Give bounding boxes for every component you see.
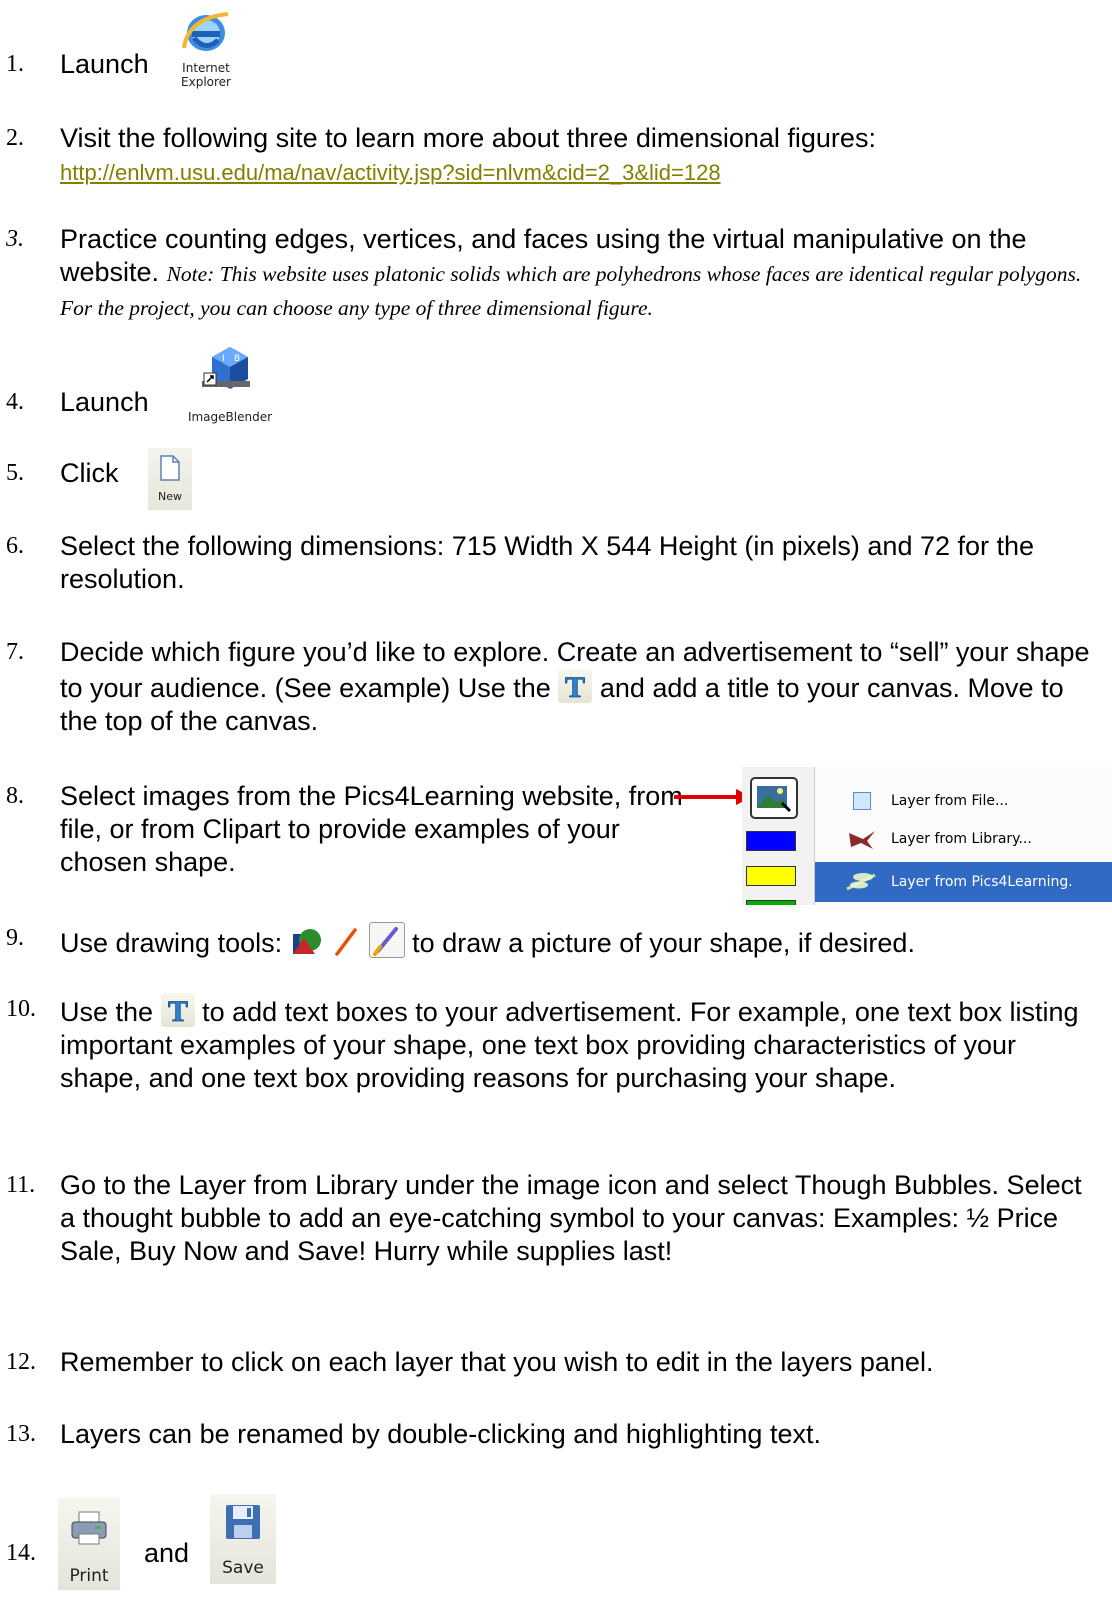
step-number: 11.	[6, 1172, 36, 1198]
step-number: 14.	[6, 1540, 36, 1566]
menu-item-layer-from-file[interactable]: Layer from File...	[815, 785, 1112, 817]
layer-menu-screenshot: Layer from File... Layer from Library...…	[742, 767, 1112, 905]
save-icon	[226, 1505, 260, 1539]
icon-label: Print	[69, 1566, 109, 1586]
step-label: Go to the Layer from Library under the i…	[60, 1170, 1082, 1266]
step-text: Use drawing tools: to draw a picture of …	[60, 922, 1100, 960]
icon-label: ImageBlender	[187, 410, 273, 424]
icon-label: New	[158, 490, 182, 503]
step-text: Visit the following site to learn more a…	[60, 122, 1100, 188]
menu-item-label: Layer from Pics4Learning.	[891, 874, 1073, 890]
color-swatch[interactable]	[746, 831, 796, 851]
menu-item-label: Layer from Library...	[891, 831, 1032, 847]
step-number: 7.	[6, 639, 24, 665]
step-label: Use drawing tools:	[60, 928, 283, 958]
icon-label: Internet	[182, 61, 230, 75]
step-text: Practice counting edges, vertices, and f…	[60, 223, 1100, 324]
step-number: 9.	[6, 925, 24, 951]
svg-text:I: I	[222, 354, 225, 364]
menu-item-layer-from-pics4learning[interactable]: Layer from Pics4Learning.	[815, 862, 1112, 902]
step-note: Note: This website uses platonic solids …	[60, 262, 1082, 320]
image-layer-button[interactable]	[750, 777, 798, 819]
step-label: Select the following dimensions: 715 Wid…	[60, 531, 1035, 594]
step-label: Visit the following site to learn more a…	[60, 123, 876, 153]
step-text: Go to the Layer from Library under the i…	[60, 1169, 1100, 1268]
step-label: Remember to click on each layer that you…	[60, 1347, 934, 1377]
step-number: 2.	[6, 125, 24, 151]
step-text: Remember to click on each layer that you…	[60, 1346, 1100, 1379]
step-label: Select images from the Pics4Learning web…	[60, 781, 683, 877]
step-number: 8.	[6, 783, 24, 809]
step-number: 13.	[6, 1421, 36, 1447]
step-label: Launch	[60, 49, 149, 79]
menu-item-label: Layer from File...	[891, 793, 1009, 809]
step-label: Click	[60, 458, 119, 488]
step-number: 10.	[6, 996, 36, 1022]
step-label: Layers can be renamed by double-clicking…	[60, 1419, 821, 1449]
internet-explorer-icon[interactable]: Internet Explorer	[170, 8, 242, 94]
svg-text:B: B	[234, 354, 240, 364]
step-label: to draw a picture of your shape, if desi…	[412, 928, 915, 958]
svg-text:T: T	[168, 995, 188, 1027]
step-label: and	[144, 1538, 190, 1568]
step-text: Layers can be renamed by double-clicking…	[60, 1418, 1100, 1451]
text-tool-icon[interactable]: T	[558, 669, 593, 703]
step-label: Launch	[60, 387, 149, 417]
step-number: 3.	[6, 226, 24, 252]
icon-label: Save	[222, 1558, 264, 1578]
step-text: Select the following dimensions: 715 Wid…	[60, 530, 1100, 596]
step-number: 4.	[6, 389, 24, 415]
step-number: 1.	[6, 51, 24, 77]
file-image-icon	[853, 792, 871, 810]
layer-menu: Layer from File... Layer from Library...…	[814, 767, 1112, 905]
color-swatch[interactable]	[746, 866, 796, 886]
hummingbird-icon	[849, 831, 875, 849]
print-icon	[71, 1511, 107, 1545]
shapes-tool-icon[interactable]	[290, 924, 324, 958]
new-document-icon[interactable]: New	[148, 448, 192, 510]
color-swatch[interactable]	[746, 900, 796, 905]
step-label: Use the	[60, 997, 154, 1027]
text-tool-icon[interactable]: T	[160, 993, 195, 1027]
menu-item-layer-from-library[interactable]: Layer from Library...	[815, 823, 1112, 855]
step-number: 6.	[6, 533, 24, 559]
step-text: Click	[60, 457, 1100, 490]
step-text: Select images from the Pics4Learning web…	[60, 780, 700, 879]
imageblender-icon[interactable]: I B ImageBlender	[170, 337, 290, 427]
svg-text:T: T	[565, 671, 585, 703]
website-link[interactable]: http://enlvm.usu.edu/ma/nav/activity.jsp…	[60, 160, 721, 185]
step-label: to add text boxes to your advertisement.…	[60, 997, 1079, 1093]
dragonfly-icon	[846, 873, 876, 891]
print-button[interactable]: Print	[58, 1498, 120, 1590]
brush-tool-icon[interactable]	[368, 922, 405, 958]
step-number: 5.	[6, 460, 24, 486]
step-number: 12.	[6, 1349, 36, 1375]
pencil-tool-icon[interactable]	[331, 924, 361, 958]
step-text: Use the T to add text boxes to your adve…	[60, 993, 1100, 1095]
icon-label: Explorer	[181, 75, 231, 89]
save-button[interactable]: Save	[210, 1494, 276, 1584]
step-text: Decide which figure you’d like to explor…	[60, 636, 1100, 738]
